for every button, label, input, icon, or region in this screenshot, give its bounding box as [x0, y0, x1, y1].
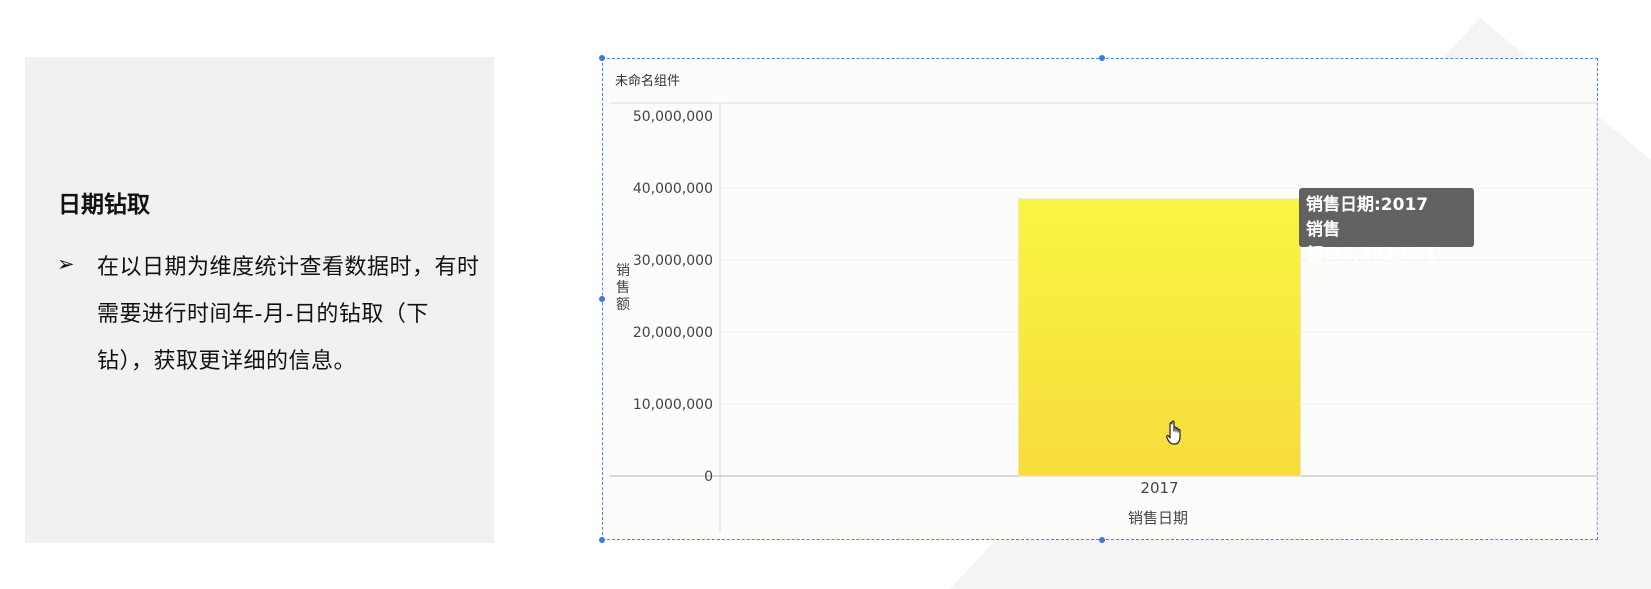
data-tooltip: 销售日期:2017 销售额:38,492,041 [1299, 188, 1474, 265]
tooltip-category: 销售日期:2017 [1306, 195, 1429, 215]
bar-2017[interactable] [1018, 198, 1301, 477]
y-tick-label: 30,000,000 [633, 253, 713, 269]
bar-chart: 0 10,000,000 20,000,000 30,000,000 40,000,00… [610, 102, 1598, 533]
tooltip-value: 销售额:38,492,041 [1306, 220, 1438, 265]
x-axis-title: 销售日期 [1128, 509, 1188, 527]
y-tick-label: 0 [704, 469, 713, 485]
y-axis-title: 销售额 [616, 263, 630, 313]
y-tick-label: 50,000,000 [633, 109, 713, 125]
x-tick-label: 2017 [1140, 479, 1178, 497]
y-tick-label: 10,000,000 [633, 397, 713, 413]
y-tick-label: 40,000,000 [633, 181, 713, 197]
hand-cursor-icon [1166, 420, 1181, 445]
y-tick-label: 20,000,000 [633, 325, 713, 341]
